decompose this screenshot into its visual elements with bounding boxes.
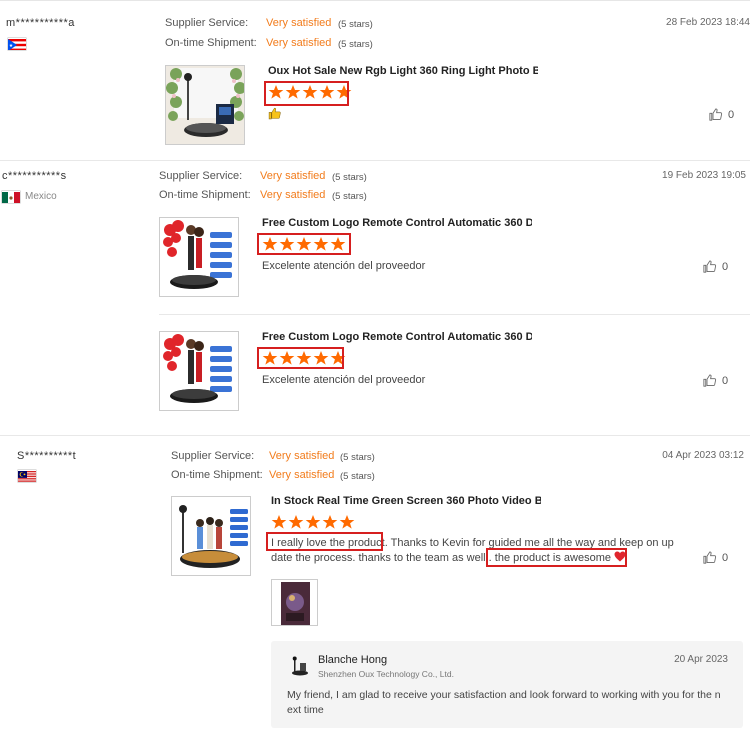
review-date: 28 Feb 2023 18:44 xyxy=(666,17,750,28)
star-icon xyxy=(322,515,338,529)
highlight-box xyxy=(264,81,349,106)
product-image[interactable] xyxy=(165,65,245,145)
star-rating xyxy=(271,514,355,530)
shipment-label: On-time Shipment: xyxy=(165,37,257,49)
review-date: 04 Apr 2023 03:12 xyxy=(662,450,744,461)
comment-text-line2: date the process. thanks to the team as … xyxy=(271,552,495,564)
reviewer-name: c***********s xyxy=(2,170,67,182)
top-divider xyxy=(0,0,750,1)
seller-company: Shenzhen Oux Technology Co., Ltd. xyxy=(318,669,454,679)
seller-name: Blanche Hong xyxy=(318,654,388,666)
puerto-rico-flag xyxy=(8,38,26,50)
supplier-service-rating: Very satisfied xyxy=(269,450,335,462)
like-count: 0 xyxy=(722,260,729,273)
reply-text: My friend, I am glad to receive your sat… xyxy=(287,688,737,718)
like-button[interactable]: 0 xyxy=(702,373,728,388)
product-image[interactable] xyxy=(159,217,239,297)
shipment-stars: (5 stars) xyxy=(338,39,373,50)
mexico-flag xyxy=(2,191,20,203)
review-comment: Excelente atención del proveedor xyxy=(262,374,426,386)
supplier-service-stars: (5 stars) xyxy=(338,19,373,30)
product-title[interactable]: Free Custom Logo Remote Control Automati… xyxy=(262,331,532,343)
malaysia-flag xyxy=(18,470,36,482)
review-divider xyxy=(0,435,750,436)
product-title[interactable]: Oux Hot Sale New Rgb Light 360 Ring Ligh… xyxy=(268,65,538,77)
shipment-label: On-time Shipment: xyxy=(159,189,251,201)
star-icon xyxy=(339,515,355,529)
like-count: 0 xyxy=(722,374,729,387)
shipment-rating: Very satisfied xyxy=(260,189,326,201)
reply-text-line2: ext time xyxy=(287,704,324,716)
shipment-rating: Very satisfied xyxy=(269,469,335,481)
product-image[interactable] xyxy=(159,331,239,411)
highlight-box xyxy=(257,233,351,255)
product-image[interactable] xyxy=(171,496,251,576)
shipment-rating: Very satisfied xyxy=(266,37,332,49)
thumbs-up-icon xyxy=(703,374,717,387)
seller-avatar xyxy=(288,655,310,677)
supplier-service-label: Supplier Service: xyxy=(171,450,255,462)
supplier-service-stars: (5 stars) xyxy=(332,172,367,183)
like-button[interactable]: 0 xyxy=(702,550,728,565)
highlight-box xyxy=(257,347,344,369)
seller-reply: Blanche Hong Shenzhen Oux Technology Co.… xyxy=(271,641,743,728)
highlight-box xyxy=(486,548,627,567)
thumbs-up-icon xyxy=(703,551,717,564)
star-icon xyxy=(271,515,287,529)
supplier-service-stars: (5 stars) xyxy=(340,452,375,463)
reply-text-line1: My friend, I am glad to receive your sat… xyxy=(287,689,721,701)
thumbs-up-icon xyxy=(709,108,723,121)
star-icon xyxy=(288,515,304,529)
supplier-service-label: Supplier Service: xyxy=(165,17,249,29)
product-title[interactable]: In Stock Real Time Green Screen 360 Phot… xyxy=(271,495,541,507)
reviewer-country: Mexico xyxy=(25,191,57,202)
supplier-service-rating: Very satisfied xyxy=(266,17,332,29)
thumbs-up-icon xyxy=(268,107,281,125)
like-button[interactable]: 0 xyxy=(708,107,734,122)
like-count: 0 xyxy=(728,108,735,121)
shipment-label: On-time Shipment: xyxy=(171,469,263,481)
like-count: 0 xyxy=(722,551,729,564)
review-divider xyxy=(0,160,750,161)
reply-date: 20 Apr 2023 xyxy=(674,654,728,665)
reviewer-name: m***********a xyxy=(6,17,75,29)
shipment-stars: (5 stars) xyxy=(340,471,375,482)
reviewer-name: S**********t xyxy=(17,450,77,462)
supplier-service-rating: Very satisfied xyxy=(260,170,326,182)
star-icon xyxy=(305,515,321,529)
thumbs-up-icon xyxy=(703,260,717,273)
highlight-box xyxy=(266,532,383,551)
review-date: 19 Feb 2023 19:05 xyxy=(662,170,746,181)
product-divider xyxy=(159,314,750,315)
product-title[interactable]: Free Custom Logo Remote Control Automati… xyxy=(262,217,532,229)
review-photo[interactable] xyxy=(271,579,318,626)
shipment-stars: (5 stars) xyxy=(332,191,367,202)
like-button[interactable]: 0 xyxy=(702,259,728,274)
review-comment: Excelente atención del proveedor xyxy=(262,260,426,272)
supplier-service-label: Supplier Service: xyxy=(159,170,243,182)
